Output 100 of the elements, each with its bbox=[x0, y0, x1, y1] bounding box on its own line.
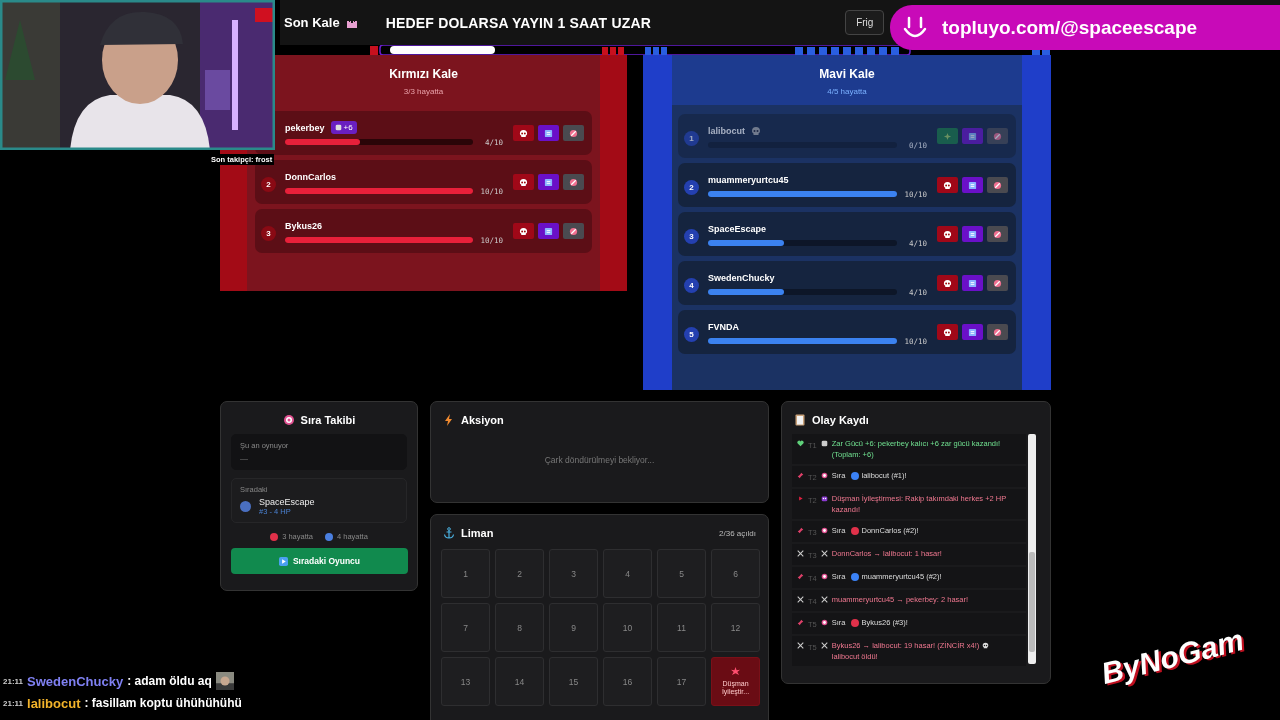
rank-badge: 4 bbox=[684, 277, 699, 293]
panel-title: Aksiyon bbox=[461, 414, 504, 426]
next-player-button[interactable]: Sıradaki Oyuncu bbox=[231, 548, 408, 574]
clipboard-icon bbox=[794, 414, 806, 426]
ban-icon bbox=[569, 177, 578, 187]
player-name: Bykus26 bbox=[285, 220, 323, 231]
ban-icon bbox=[993, 278, 1002, 288]
ban-button[interactable] bbox=[987, 226, 1008, 242]
harbor-tile[interactable]: 5 bbox=[657, 549, 706, 598]
team-name: Kırmızı Kale bbox=[388, 66, 459, 81]
panel-title: Liman bbox=[461, 527, 494, 539]
panel-title: Sıra Takibi bbox=[300, 414, 356, 426]
anchor-icon bbox=[443, 527, 455, 539]
swap-button[interactable] bbox=[962, 324, 983, 340]
chat-time: 21:11 bbox=[3, 676, 24, 686]
harbor-tile[interactable]: 8 bbox=[495, 603, 544, 652]
alive-count: 3/3 hayatta bbox=[402, 87, 445, 96]
swap-button[interactable] bbox=[538, 174, 559, 190]
harbor-tile[interactable]: 15 bbox=[549, 657, 598, 706]
play-icon bbox=[278, 556, 288, 566]
chat-message: : fasillam koptu ühühühühü bbox=[84, 696, 242, 710]
next-player-name: SpaceEscape bbox=[259, 497, 315, 507]
ban-icon bbox=[993, 327, 1002, 337]
ban-button[interactable] bbox=[987, 177, 1008, 193]
player-name: pekerbey bbox=[285, 122, 325, 133]
player-name: SwedenChucky bbox=[708, 272, 775, 283]
skull-icon bbox=[943, 229, 952, 239]
ban-button[interactable] bbox=[987, 275, 1008, 291]
sparkle-icon bbox=[943, 131, 952, 141]
heart-icon bbox=[797, 440, 804, 447]
goal-title: HEDEF DOLARSA YAYIN 1 SAAT UZAR bbox=[385, 14, 652, 31]
harbor-tile[interactable]: 14 bbox=[495, 657, 544, 706]
ban-icon bbox=[993, 131, 1002, 141]
harbor-tile[interactable]: 1 bbox=[441, 549, 490, 598]
harbor-tile[interactable]: 11 bbox=[657, 603, 706, 652]
skull-button[interactable] bbox=[937, 275, 958, 291]
dice-bonus-badge: +6 bbox=[330, 121, 357, 134]
target-icon bbox=[820, 527, 828, 534]
swords-icon bbox=[820, 642, 828, 649]
triangle-icon bbox=[797, 495, 804, 502]
swap-button[interactable] bbox=[962, 177, 983, 193]
dice-icon bbox=[334, 124, 342, 131]
swords-icon bbox=[797, 550, 804, 557]
swap-button[interactable] bbox=[962, 128, 983, 144]
harbor-tile[interactable]: 2 bbox=[495, 549, 544, 598]
skull-button[interactable] bbox=[937, 226, 958, 242]
page-title: Son Kale bbox=[284, 15, 340, 30]
rank-badge: 3 bbox=[684, 228, 699, 244]
harbor-tile[interactable]: 16 bbox=[603, 657, 652, 706]
harbor-tile[interactable]: 4 bbox=[603, 549, 652, 598]
chat-message: : adam öldu aq bbox=[127, 674, 212, 688]
skull-button[interactable] bbox=[937, 177, 958, 193]
ban-button[interactable] bbox=[987, 324, 1008, 340]
skull-button[interactable] bbox=[513, 174, 534, 190]
header-button[interactable]: Frig bbox=[845, 10, 885, 35]
swap-button[interactable] bbox=[538, 223, 559, 239]
harbor-tile[interactable]: 12 bbox=[711, 603, 760, 652]
target-icon bbox=[820, 619, 828, 626]
harbor-tile[interactable]: 7 bbox=[441, 603, 490, 652]
swords-icon bbox=[797, 642, 804, 649]
chat-username: lalibocut bbox=[27, 695, 81, 711]
ban-button[interactable] bbox=[987, 128, 1008, 144]
harbor-tile[interactable]: 13 bbox=[441, 657, 490, 706]
rank-badge: 1 bbox=[684, 130, 699, 146]
harbor-tile[interactable]: 9 bbox=[549, 603, 598, 652]
harbor-tile[interactable]: 10 bbox=[603, 603, 652, 652]
player-name: lalibocut bbox=[708, 125, 745, 136]
target-icon bbox=[282, 414, 295, 426]
swap-button[interactable] bbox=[962, 226, 983, 242]
swords-icon bbox=[820, 596, 828, 603]
ban-button[interactable] bbox=[563, 223, 584, 239]
ban-button[interactable] bbox=[563, 174, 584, 190]
skull-button[interactable] bbox=[513, 125, 534, 141]
scrollbar[interactable] bbox=[1028, 434, 1036, 664]
dice-icon bbox=[820, 440, 828, 447]
swap-button[interactable] bbox=[538, 125, 559, 141]
rank-badge: 2 bbox=[684, 179, 699, 195]
harbor-tile[interactable]: 6 bbox=[711, 549, 760, 598]
skull-button[interactable] bbox=[513, 223, 534, 239]
status-text: Çark döndürülmeyi bekliyor... bbox=[543, 455, 656, 465]
current-player: — bbox=[240, 454, 249, 463]
skull-icon bbox=[519, 128, 528, 138]
team-name: Mavi Kale bbox=[818, 66, 876, 81]
swap-button[interactable] bbox=[962, 275, 983, 291]
harbor-tile[interactable]: 17 bbox=[657, 657, 706, 706]
swords-icon bbox=[820, 550, 828, 557]
skull-icon bbox=[982, 642, 990, 649]
ban-icon bbox=[993, 229, 1002, 239]
chat-username: SwedenChucky bbox=[27, 673, 124, 689]
skull-button[interactable] bbox=[937, 324, 958, 340]
harbor-tile[interactable]: 3 bbox=[549, 549, 598, 598]
lightning-icon bbox=[443, 414, 455, 426]
burst-icon bbox=[731, 667, 740, 676]
skull-icon bbox=[943, 180, 952, 190]
ban-button[interactable] bbox=[563, 125, 584, 141]
player-name: FVNDA bbox=[708, 321, 739, 332]
target-icon bbox=[820, 472, 828, 479]
opened-count: 2/36 açıldı bbox=[719, 528, 756, 538]
ban-icon bbox=[569, 226, 578, 236]
skull-icon bbox=[943, 327, 952, 337]
